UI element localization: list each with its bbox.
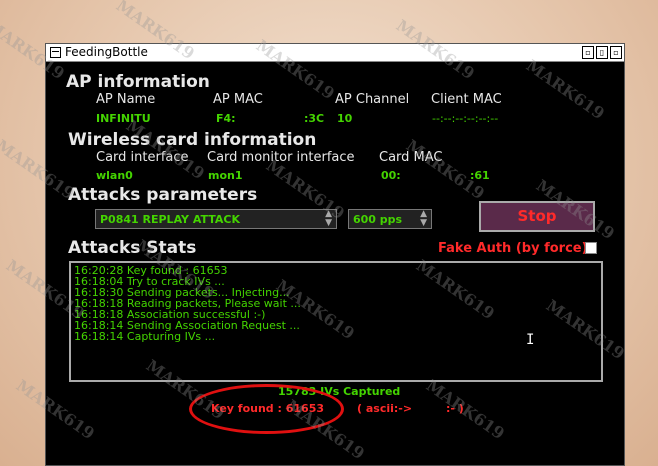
window-title: FeedingBottle: [65, 45, 148, 59]
ap-channel-header: AP Channel: [335, 92, 410, 107]
attacks-stats-title: Attacks Stats: [68, 238, 197, 258]
spinner-arrows-icon: ▲ ▼: [420, 209, 427, 228]
stop-button[interactable]: Stop: [479, 201, 595, 232]
card-mac-value-end: :61: [470, 169, 490, 182]
minimize-icon[interactable]: ▫: [582, 46, 594, 59]
ap-mac-header: AP MAC: [213, 92, 263, 107]
ap-name-value: INFINITU: [96, 112, 151, 125]
pps-rate-value: 600 pps: [353, 213, 403, 226]
text-cursor-icon: I: [526, 332, 535, 348]
close-icon[interactable]: ▫: [610, 46, 622, 59]
ap-name-header: AP Name: [96, 92, 156, 107]
attack-type-select[interactable]: P0841 REPLAY ATTACK ▲ ▼: [95, 209, 337, 229]
card-interface-value: wlan0: [96, 169, 133, 182]
log-line: 16:18:14 Capturing IVs ...: [74, 330, 216, 343]
maximize-icon[interactable]: ▯: [596, 46, 608, 59]
card-mac-value-start: 00:: [381, 169, 401, 182]
key-found: Key found : 61653: [211, 402, 324, 415]
spinner-arrows-icon: ▲ ▼: [325, 209, 332, 228]
client-mac-value: --:--:--:--:--:--: [432, 112, 499, 125]
ivs-captured: 15783 IVs Captured: [278, 385, 401, 398]
ascii-open: ( ascii:->: [357, 402, 413, 415]
client-mac-header: Client MAC: [431, 92, 502, 107]
attack-type-value: P0841 REPLAY ATTACK: [100, 213, 240, 226]
card-mac-header: Card MAC: [379, 150, 443, 165]
card-info-title: Wireless card information: [68, 130, 317, 150]
fake-auth-label: Fake Auth (by force): [438, 241, 588, 256]
ap-mac-value-end: :3C: [304, 112, 325, 125]
ap-mac-value-start: F4:: [216, 112, 236, 125]
title-bar[interactable]: FeedingBottle ▫ ▯ ▫: [46, 44, 624, 62]
ap-channel-value: 10: [337, 112, 353, 125]
monitor-interface-header: Card monitor interface: [207, 150, 355, 165]
attack-log[interactable]: 16:20:28 Key found : 61653 16:18:04 Try …: [69, 261, 603, 382]
card-interface-header: Card interface: [96, 150, 189, 165]
ascii-close: :- ): [446, 402, 464, 415]
fake-auth-checkbox[interactable]: [585, 242, 597, 254]
monitor-interface-value: mon1: [208, 169, 243, 182]
ap-info-title: AP information: [66, 72, 210, 92]
window-menu-icon[interactable]: [50, 47, 61, 58]
attacks-params-title: Attacks parameters: [68, 185, 258, 205]
pps-rate-select[interactable]: 600 pps ▲ ▼: [348, 209, 432, 229]
app-window: FeedingBottle ▫ ▯ ▫ AP information AP Na…: [45, 43, 625, 466]
